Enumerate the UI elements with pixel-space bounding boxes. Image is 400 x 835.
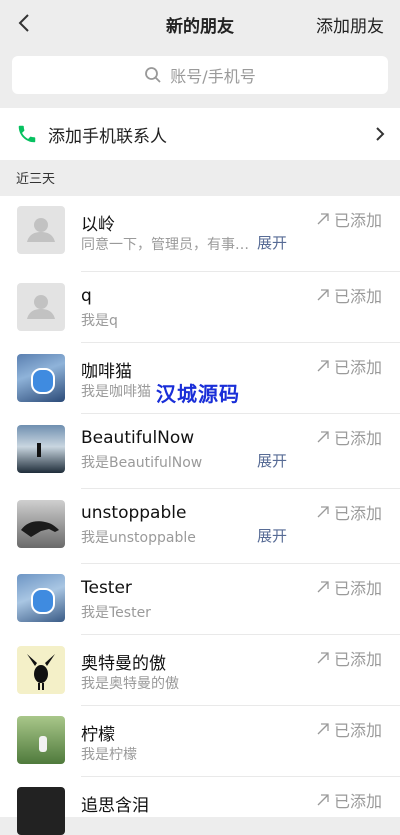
expand-link[interactable]: 展开 <box>257 232 287 253</box>
arrow-up-right-icon <box>317 794 329 806</box>
add-friend-button[interactable]: 添加朋友 <box>316 12 384 37</box>
expand-link[interactable]: 展开 <box>257 525 287 546</box>
friend-name: 咖啡猫 <box>81 362 132 382</box>
section-header: 近三天 <box>16 172 56 187</box>
friend-request-list: 以岭 同意一下，管理员，有事… 展开 已添加 q 我是q 已添加 咖啡猫 我是咖… <box>0 196 400 835</box>
search-placeholder: 账号/手机号 <box>170 67 256 86</box>
friend-name: unstoppable <box>81 503 187 523</box>
avatar <box>17 716 65 764</box>
avatar <box>17 206 65 254</box>
arrow-up-right-icon <box>317 289 329 301</box>
status-added: 已添加 <box>316 788 382 812</box>
friend-name: 以岭 <box>81 215 115 235</box>
friend-name: 追思含泪 <box>81 796 149 816</box>
status-added: 已添加 <box>316 354 382 378</box>
add-phone-contacts-row[interactable]: 添加手机联系人 <box>0 108 400 160</box>
friend-message: 我是咖啡猫 <box>81 384 151 400</box>
search-input[interactable]: 账号/手机号 <box>12 56 388 94</box>
list-item[interactable]: 以岭 同意一下，管理员，有事… 展开 已添加 <box>0 196 400 272</box>
chevron-right-icon <box>376 127 385 141</box>
friend-message: 同意一下，管理员，有事… <box>81 237 249 253</box>
friend-name: q <box>81 286 92 306</box>
phone-icon <box>18 125 36 143</box>
avatar <box>17 354 65 402</box>
friend-name: BeautifulNow <box>81 428 195 448</box>
search-icon <box>145 67 161 83</box>
expand-link[interactable]: 展开 <box>257 450 287 471</box>
default-avatar-icon <box>27 218 55 242</box>
arrow-up-right-icon <box>317 723 329 735</box>
friend-message: 我是q <box>81 313 118 329</box>
status-added: 已添加 <box>316 717 382 741</box>
friend-name: 柠檬 <box>81 725 115 745</box>
status-added: 已添加 <box>316 575 382 599</box>
friend-message: 我是unstoppable <box>81 530 196 546</box>
arrow-up-right-icon <box>317 581 329 593</box>
friend-name: 奥特曼的傲 <box>81 654 166 674</box>
list-item[interactable]: BeautifulNow 我是BeautifulNow 展开 已添加 <box>0 414 400 489</box>
arrow-up-right-icon <box>317 360 329 372</box>
friend-message: 我是奥特曼的傲 <box>81 676 179 692</box>
list-item[interactable]: q 我是q 已添加 <box>0 272 400 343</box>
arrow-up-right-icon <box>317 431 329 443</box>
list-item[interactable]: 追思含泪 已添加 <box>0 777 400 835</box>
list-item[interactable]: 奥特曼的傲 我是奥特曼的傲 已添加 <box>0 635 400 706</box>
status-added: 已添加 <box>316 283 382 307</box>
friend-message: 我是柠檬 <box>81 747 137 763</box>
list-item[interactable]: 柠檬 我是柠檬 已添加 <box>0 706 400 777</box>
avatar <box>17 574 65 622</box>
friend-message: 我是BeautifulNow <box>81 455 203 471</box>
avatar <box>17 787 65 835</box>
avatar <box>17 646 65 694</box>
friend-message: 我是Tester <box>81 605 151 621</box>
avatar <box>17 500 65 548</box>
nav-bar: 新的朋友 添加朋友 <box>0 0 400 48</box>
status-added: 已添加 <box>316 207 382 231</box>
avatar <box>17 283 65 331</box>
avatar <box>17 425 65 473</box>
arrow-up-right-icon <box>317 506 329 518</box>
status-added: 已添加 <box>316 646 382 670</box>
watermark-text: 汉城源码 <box>156 382 240 406</box>
list-item[interactable]: Tester 我是Tester 已添加 <box>0 564 400 635</box>
list-item[interactable]: unstoppable 我是unstoppable 展开 已添加 <box>0 489 400 564</box>
friend-name: Tester <box>81 578 132 598</box>
arrow-up-right-icon <box>317 213 329 225</box>
arrow-up-right-icon <box>317 652 329 664</box>
status-added: 已添加 <box>316 425 382 449</box>
status-added: 已添加 <box>316 500 382 524</box>
default-avatar-icon <box>27 295 55 319</box>
add-phone-contacts-label: 添加手机联系人 <box>48 126 167 147</box>
